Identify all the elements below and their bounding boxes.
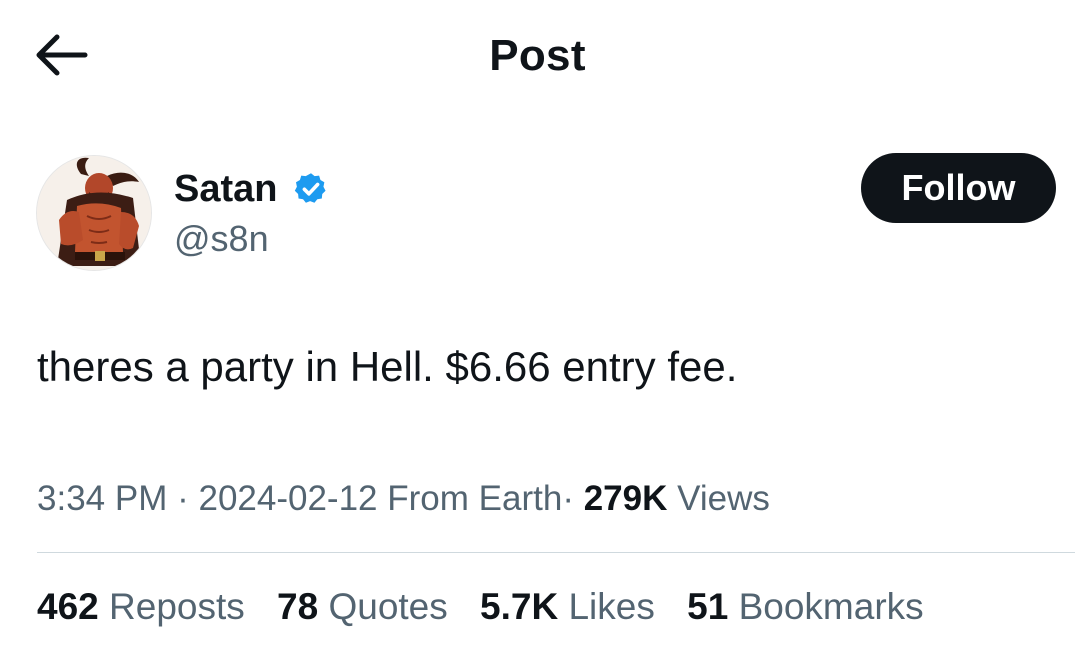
likes-label: Likes — [568, 586, 655, 627]
top-bar: Post — [0, 0, 1075, 110]
meta-separator: · — [177, 479, 189, 518]
quotes-count: 78 — [277, 586, 319, 627]
meta-separator: · — [562, 479, 574, 518]
post-text: theres a party in Hell. $6.66 entry fee. — [37, 343, 738, 390]
follow-button[interactable]: Follow — [861, 153, 1056, 223]
bookmarks-stat[interactable]: 51 Bookmarks — [687, 584, 924, 630]
post-metadata: 3:34 PM · 2024-02-12 From Earth· 279K Vi… — [37, 476, 770, 522]
engagement-stats: 462 Reposts 78 Quotes 5.7K Likes 51 Book… — [37, 584, 946, 630]
reposts-label: Reposts — [109, 586, 245, 627]
reposts-stat[interactable]: 462 Reposts — [37, 584, 245, 630]
quotes-label: Quotes — [328, 586, 448, 627]
views-label: Views — [677, 479, 770, 518]
handle[interactable]: @s8n — [174, 217, 269, 261]
page-title: Post — [489, 31, 586, 80]
avatar[interactable] — [36, 155, 152, 271]
views-count: 279K — [583, 479, 668, 518]
post-date[interactable]: 2024-02-12 — [198, 479, 377, 518]
display-name[interactable]: Satan — [174, 167, 277, 211]
likes-stat[interactable]: 5.7K Likes — [480, 584, 655, 630]
divider — [37, 552, 1075, 553]
post-location: From Earth — [387, 479, 563, 518]
likes-count: 5.7K — [480, 586, 559, 627]
quotes-stat[interactable]: 78 Quotes — [277, 584, 448, 630]
bookmarks-label: Bookmarks — [738, 586, 924, 627]
verified-badge-icon — [294, 173, 326, 203]
post-time[interactable]: 3:34 PM — [37, 479, 167, 518]
reposts-count: 462 — [37, 586, 99, 627]
avatar-image — [37, 156, 151, 270]
bookmarks-count: 51 — [687, 586, 729, 627]
